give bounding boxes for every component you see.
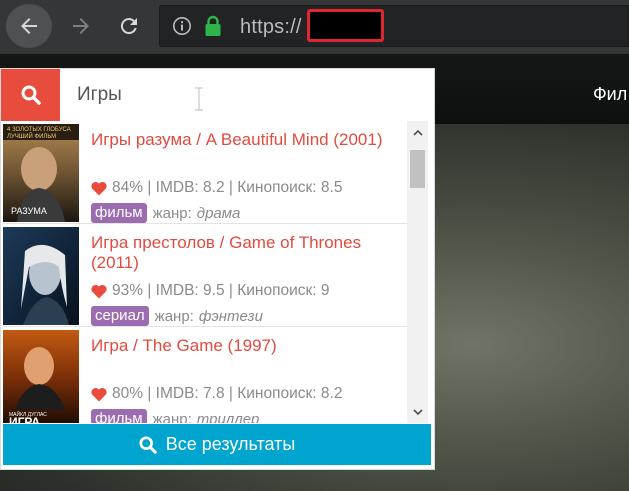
lock-icon[interactable] — [204, 15, 222, 37]
genre-value: драма — [196, 204, 241, 222]
address-bar[interactable]: https:// — [159, 5, 629, 47]
page-nav-item[interactable]: Фил — [593, 84, 627, 105]
results-list: 4 ЗОЛОТЫХ ГЛОБУСА ЛУЧШИЙ ФИЛЬМ РАЗУМА Иг… — [3, 121, 407, 423]
forward-button[interactable] — [62, 6, 100, 46]
scroll-thumb[interactable] — [410, 150, 425, 188]
type-badge: фильм — [91, 203, 147, 223]
reload-button[interactable] — [110, 6, 148, 46]
result-title[interactable]: Игра / The Game (1997) — [91, 336, 407, 356]
all-results-label: Все результаты — [165, 434, 296, 454]
genre-value: триллер — [196, 410, 260, 424]
back-arrow-icon — [21, 18, 37, 34]
reload-icon — [120, 18, 137, 35]
result-meta: сериал жанр: фэнтези — [91, 306, 263, 326]
search-input[interactable] — [60, 69, 434, 121]
result-title[interactable]: Игры разума / A Beautiful Mind (2001) — [91, 130, 407, 150]
poster-image[interactable]: МАЙКЛ ДУГЛАС ИГРА — [3, 330, 79, 423]
heart-icon — [91, 181, 107, 196]
svg-text:4 ЗОЛОТЫХ ГЛОБУСА: 4 ЗОЛОТЫХ ГЛОБУСА — [7, 127, 71, 133]
list-item[interactable]: МАЙКЛ ДУГЛАС ИГРА Игра / The Game (1997)… — [3, 327, 407, 423]
type-badge: сериал — [91, 306, 149, 326]
type-badge: фильм — [91, 409, 147, 423]
results-scrollbar[interactable] — [407, 121, 428, 423]
list-item[interactable]: Игра престолов / Game of Thrones (2011) … — [3, 224, 407, 327]
browser-toolbar: https:// — [0, 0, 629, 54]
result-meta: фильм жанр: триллер — [91, 409, 259, 423]
search-button[interactable] — [1, 69, 60, 121]
chevron-up-icon — [412, 129, 423, 136]
redacted-domain — [307, 9, 384, 42]
info-icon[interactable] — [172, 16, 192, 36]
poster-image[interactable] — [3, 227, 79, 325]
forward-arrow-icon — [73, 18, 89, 34]
genre-label: жанр: — [152, 410, 192, 424]
text-cursor-icon — [195, 87, 203, 111]
result-title[interactable]: Игра престолов / Game of Thrones (2011) — [91, 233, 407, 273]
genre-value: фэнтези — [198, 307, 263, 325]
url-text: https:// — [240, 16, 302, 38]
svg-text:ЛУЧШИЙ ФИЛЬМ: ЛУЧШИЙ ФИЛЬМ — [7, 132, 56, 140]
genre-label: жанр: — [152, 204, 192, 222]
scroll-up-button[interactable] — [407, 123, 428, 141]
result-rating: 80% | IMDB: 7.8 | Кинопоиск: 8.2 — [91, 385, 342, 403]
scroll-down-button[interactable] — [407, 403, 428, 421]
poster-caption: РАЗУМА — [11, 206, 47, 216]
genre-label: жанр: — [154, 307, 194, 325]
rating-text: 80% | IMDB: 7.8 | Кинопоиск: 8.2 — [112, 385, 343, 402]
rating-text: 93% | IMDB: 9.5 | Кинопоиск: 9 — [112, 282, 330, 299]
list-item[interactable]: 4 ЗОЛОТЫХ ГЛОБУСА ЛУЧШИЙ ФИЛЬМ РАЗУМА Иг… — [3, 121, 407, 224]
result-rating: 93% | IMDB: 9.5 | Кинопоиск: 9 — [91, 282, 330, 300]
search-icon — [21, 85, 41, 105]
heart-icon — [91, 387, 107, 402]
result-meta: фильм жанр: драма — [91, 203, 240, 223]
rating-text: 84% | IMDB: 8.2 | Кинопоиск: 8.5 — [112, 179, 343, 196]
all-results-button[interactable]: Все результаты — [3, 424, 431, 465]
chevron-down-icon — [412, 408, 423, 415]
poster-caption: ИГРА — [9, 415, 40, 423]
poster-image[interactable]: 4 ЗОЛОТЫХ ГЛОБУСА ЛУЧШИЙ ФИЛЬМ РАЗУМА — [3, 124, 79, 222]
search-icon — [139, 435, 157, 454]
search-widget: 4 ЗОЛОТЫХ ГЛОБУСА ЛУЧШИЙ ФИЛЬМ РАЗУМА Иг… — [0, 68, 435, 470]
back-button[interactable] — [6, 4, 52, 48]
result-rating: 84% | IMDB: 8.2 | Кинопоиск: 8.5 — [91, 179, 342, 197]
heart-icon — [91, 284, 107, 299]
